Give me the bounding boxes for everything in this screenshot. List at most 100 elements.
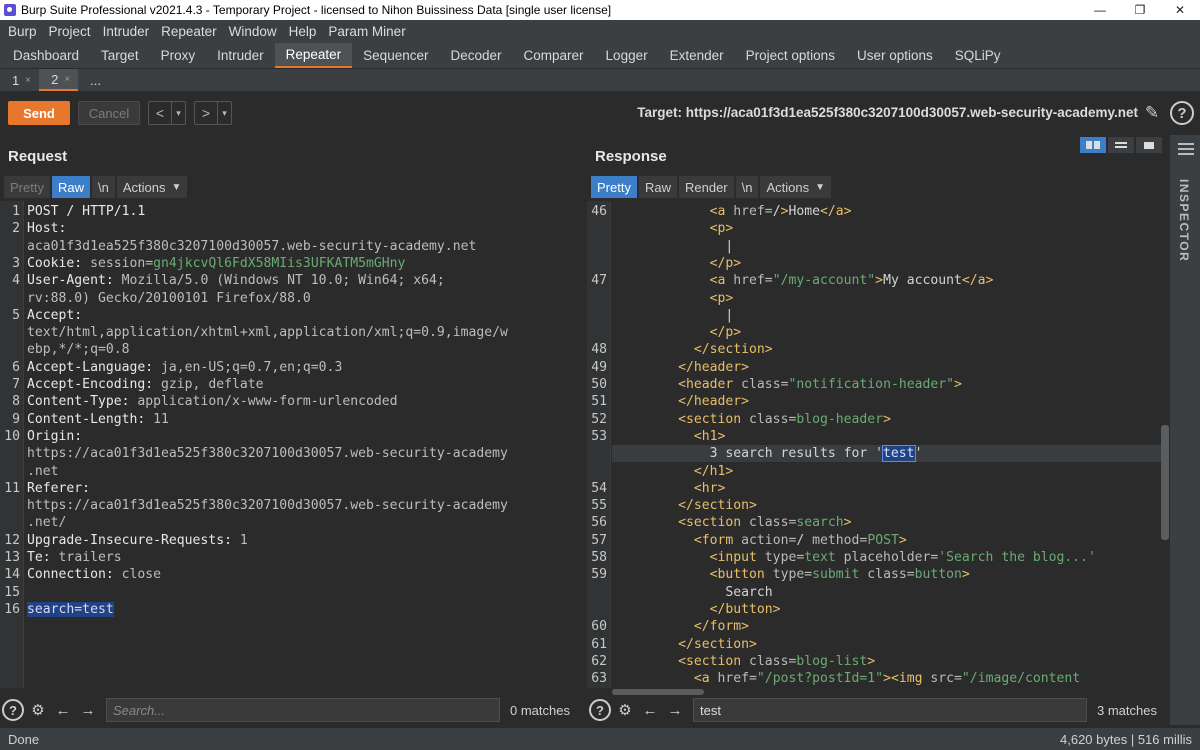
code-token: <input	[709, 550, 765, 565]
menu-burp[interactable]: Burp	[2, 24, 43, 39]
line-number	[587, 324, 607, 341]
hamburger-menu-icon[interactable]	[1178, 143, 1194, 155]
code-token: close	[121, 567, 162, 583]
menu-window[interactable]: Window	[223, 24, 283, 39]
code-token: <button	[709, 567, 773, 583]
response-actions-menu[interactable]: Actions ▼	[760, 176, 832, 198]
code-token: <section	[678, 515, 750, 531]
tab-logger[interactable]: Logger	[595, 43, 659, 68]
pencil-icon[interactable]: ✎	[1140, 101, 1164, 125]
tab-decoder[interactable]: Decoder	[439, 43, 512, 68]
repeater-tab-2[interactable]: 2 ×	[39, 69, 79, 91]
code-token: Accept-Encoding:	[27, 377, 162, 392]
line-number: 59	[591, 567, 607, 583]
inspector-panel[interactable]: INSPECTOR	[1170, 135, 1200, 725]
code-token: </h1>	[693, 463, 734, 479]
code-token: 11	[153, 411, 169, 427]
code-line: <section class=blog-header>	[615, 411, 891, 428]
code-line: <a href="/post?postId=1"><img src="/imag…	[615, 670, 1080, 687]
line-number: 10	[4, 428, 20, 444]
line-number	[0, 497, 20, 514]
close-window-button[interactable]: ✕	[1160, 0, 1200, 20]
menu-param-miner[interactable]: Param Miner	[322, 24, 411, 39]
restore-button[interactable]: ❐	[1120, 0, 1160, 20]
line-number: 14	[4, 567, 20, 583]
line-number: 51	[591, 394, 607, 410]
tab-sequencer[interactable]: Sequencer	[352, 43, 439, 68]
response-newline-toggle[interactable]: \n	[735, 176, 759, 198]
tab-intruder[interactable]: Intruder	[206, 43, 275, 68]
code-token: trailers	[58, 550, 122, 565]
request-search-input[interactable]: Search...	[106, 698, 500, 722]
line-number: 48	[591, 342, 607, 358]
code-token: POST / HTTP/1.1	[27, 204, 146, 219]
menu-intruder[interactable]: Intruder	[97, 24, 156, 39]
arrow-right-icon[interactable]: →	[664, 699, 686, 721]
tab-comparer[interactable]: Comparer	[513, 43, 595, 68]
layout-side-by-side-icon[interactable]	[1080, 137, 1106, 153]
response-raw-tab[interactable]: Raw	[638, 176, 677, 198]
tab-project-options[interactable]: Project options	[735, 43, 846, 68]
code-line: Content-Length: 11	[27, 411, 169, 428]
menu-help[interactable]: Help	[283, 24, 323, 39]
line-number	[0, 341, 20, 358]
request-raw-tab[interactable]: Raw	[51, 176, 90, 198]
line-number: 60	[591, 619, 607, 635]
request-actions-menu[interactable]: Actions ▼	[116, 176, 188, 198]
help-icon[interactable]: ?	[2, 699, 24, 721]
status-bar: Done 4,620 bytes | 516 millis	[0, 728, 1200, 750]
tab-dashboard[interactable]: Dashboard	[2, 43, 90, 68]
send-button[interactable]: Send	[8, 101, 70, 125]
menu-project[interactable]: Project	[43, 24, 97, 39]
forward-dropdown-icon[interactable]: ▾	[217, 102, 231, 124]
gear-icon[interactable]: ⚙	[27, 699, 49, 721]
line-number: 58	[591, 550, 607, 565]
minimize-button[interactable]: —	[1080, 0, 1120, 20]
response-horizontal-scrollbar[interactable]	[612, 689, 704, 695]
code-token: </section>	[693, 342, 773, 358]
response-search-input[interactable]: test	[693, 698, 1087, 722]
tab-target[interactable]: Target	[90, 43, 150, 68]
code-token: </a>	[961, 273, 994, 289]
arrow-left-icon[interactable]: ←	[639, 699, 661, 721]
repeater-tab-1[interactable]: 1 ×	[0, 69, 39, 91]
code-token: Cookie:	[27, 255, 91, 271]
layout-stacked-icon[interactable]	[1108, 137, 1134, 153]
request-pretty-tab[interactable]: Pretty	[4, 176, 50, 198]
response-vertical-scrollbar[interactable]	[1161, 425, 1169, 540]
arrow-right-icon[interactable]: →	[77, 699, 99, 721]
code-line: aca01f3d1ea525f380c3207100d30057.web-sec…	[27, 238, 476, 255]
help-icon[interactable]: ?	[589, 699, 611, 721]
layout-tabs-icon[interactable]	[1136, 137, 1162, 153]
response-pretty-tab[interactable]: Pretty	[591, 176, 637, 198]
cancel-button[interactable]: Cancel	[78, 101, 140, 125]
help-icon[interactable]: ?	[1170, 101, 1194, 125]
response-editor[interactable]: 46 <a href=/>Home</a> <p> | </p> 47 <a hr…	[587, 201, 1161, 688]
code-line: Referer:	[27, 480, 90, 497]
tab-repeater[interactable]: Repeater	[274, 43, 353, 68]
code-token: blog-list	[796, 653, 868, 669]
tab-proxy[interactable]: Proxy	[150, 43, 207, 68]
line-number: 2	[12, 221, 20, 237]
close-tab-icon[interactable]: ×	[64, 74, 70, 85]
line-number: 61	[591, 636, 607, 652]
code-token: <p>	[709, 221, 734, 237]
request-newline-toggle[interactable]: \n	[91, 176, 115, 198]
menu-repeater[interactable]: Repeater	[155, 24, 223, 39]
back-dropdown-icon[interactable]: ▾	[171, 102, 185, 124]
forward-button[interactable]: >	[195, 102, 217, 124]
code-token: https://aca01f3d1ea525f380c3207100d30057…	[27, 498, 508, 514]
tab-user-options[interactable]: User options	[846, 43, 944, 68]
close-tab-icon[interactable]: ×	[25, 75, 31, 86]
back-button[interactable]: <	[149, 102, 171, 124]
request-editor[interactable]: 1 POST / HTTP/1.1 2 Host: aca01f3d1ea525f380…	[0, 201, 581, 688]
code-token: Content-Length:	[27, 411, 154, 427]
gear-icon[interactable]: ⚙	[614, 699, 636, 721]
code-token: 'Search the blog...'	[938, 550, 1096, 565]
response-render-tab[interactable]: Render	[678, 176, 734, 198]
arrow-left-icon[interactable]: ←	[52, 699, 74, 721]
tab-sqlipy[interactable]: SQLiPy	[944, 43, 1012, 68]
repeater-tab-new[interactable]: ...	[78, 69, 109, 91]
tab-extender[interactable]: Extender	[659, 43, 735, 68]
